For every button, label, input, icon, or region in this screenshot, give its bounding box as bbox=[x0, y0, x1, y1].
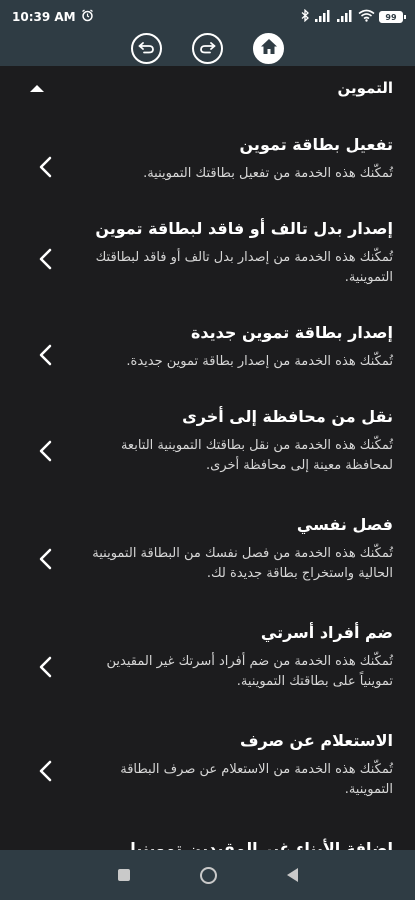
forward-button[interactable] bbox=[192, 32, 223, 64]
chevron-left-icon bbox=[38, 548, 54, 570]
app-root: 10:39 AM 99 التموين تفعيل بطاقة تموين تُ… bbox=[0, 0, 415, 900]
home-nav-button[interactable] bbox=[199, 866, 217, 884]
alarm-icon bbox=[81, 9, 94, 25]
list-item-description: تُمكّنك هذه الخدمة من ضم أفراد أسرتك غير… bbox=[106, 654, 393, 689]
list-item[interactable]: إصدار بدل تالف أو فاقد لبطاقة تموين تُمك… bbox=[0, 218, 415, 298]
list-item-title: اضافة الأبناء غير المقيدين تموينيا bbox=[130, 839, 393, 850]
chevron-left-icon bbox=[38, 656, 54, 678]
list-item-title: الاستعلام عن صرف bbox=[239, 731, 393, 750]
forward-arrow-icon bbox=[199, 39, 216, 58]
list-item-title: إصدار بطاقة تموين جديدة bbox=[190, 323, 393, 342]
top-nav bbox=[0, 30, 415, 66]
list-item-description: تُمكّنك هذه الخدمة من تفعيل بطاقتك التمو… bbox=[143, 166, 393, 181]
list-item-text: تفعيل بطاقة تموين تُمكّنك هذه الخدمة من … bbox=[73, 134, 393, 184]
system-nav-bar bbox=[0, 850, 415, 900]
status-bar: 10:39 AM 99 bbox=[0, 0, 415, 34]
section-title: التموين bbox=[337, 79, 394, 97]
signal-icon bbox=[314, 9, 332, 25]
list-item-text: إصدار بدل تالف أو فاقد لبطاقة تموين تُمك… bbox=[73, 218, 393, 288]
chevron-left-icon bbox=[38, 248, 54, 270]
back-arrow-icon bbox=[138, 39, 155, 58]
list-item-title: تفعيل بطاقة تموين bbox=[239, 135, 393, 154]
chevron-left-icon bbox=[38, 760, 54, 782]
list-item-title: فصل نفسي bbox=[296, 515, 393, 534]
list-item-text: ضم أفراد أسرتي تُمكّنك هذه الخدمة من ضم … bbox=[73, 622, 393, 692]
list-item[interactable]: فصل نفسي تُمكّنك هذه الخدمة من فصل نفسك … bbox=[0, 514, 415, 594]
content-area: التموين تفعيل بطاقة تموين تُمكّنك هذه ال… bbox=[0, 66, 415, 850]
list-item-description: تُمكّنك هذه الخدمة من إصدار بطاقة تموين … bbox=[126, 354, 393, 369]
list-item-title: إصدار بدل تالف أو فاقد لبطاقة تموين bbox=[95, 219, 393, 238]
list-item[interactable]: تفعيل بطاقة تموين تُمكّنك هذه الخدمة من … bbox=[0, 134, 415, 194]
list-item-text: الاستعلام عن صرف تُمكّنك هذه الخدمة من ا… bbox=[73, 730, 393, 800]
chevron-left-icon bbox=[38, 156, 54, 178]
recents-button[interactable] bbox=[117, 869, 130, 881]
home-icon bbox=[260, 38, 278, 59]
signal-icon bbox=[336, 9, 354, 25]
list-item[interactable]: نقل من محافظة إلى أخرى تُمكّنك هذه الخدم… bbox=[0, 406, 415, 486]
list-item[interactable]: إصدار بطاقة تموين جديدة تُمكّنك هذه الخد… bbox=[0, 322, 415, 382]
header: 10:39 AM 99 bbox=[0, 0, 415, 66]
status-left: 10:39 AM bbox=[12, 9, 94, 25]
chevron-left-icon bbox=[38, 344, 54, 366]
list-item-text: اضافة الأبناء غير المقيدين تموينيا bbox=[73, 838, 393, 850]
wifi-icon bbox=[358, 9, 375, 25]
status-time: 10:39 AM bbox=[12, 10, 76, 24]
list-item[interactable]: اضافة الأبناء غير المقيدين تموينيا bbox=[0, 838, 415, 850]
list-item-description: تُمكّنك هذه الخدمة من فصل نفسك من البطاق… bbox=[92, 546, 393, 581]
list-item-description: تُمكّنك هذه الخدمة من الاستعلام عن صرف ا… bbox=[120, 762, 393, 797]
list-item-title: ضم أفراد أسرتي bbox=[260, 623, 393, 642]
list-item-title: نقل من محافظة إلى أخرى bbox=[182, 407, 393, 426]
back-button[interactable] bbox=[131, 32, 162, 64]
list-item-text: إصدار بطاقة تموين جديدة تُمكّنك هذه الخد… bbox=[73, 322, 393, 372]
status-right: 99 bbox=[301, 8, 406, 25]
list-item-description: تُمكّنك هذه الخدمة من إصدار بدل تالف أو … bbox=[95, 250, 393, 285]
list-item[interactable]: الاستعلام عن صرف تُمكّنك هذه الخدمة من ا… bbox=[0, 730, 415, 810]
battery-indicator: 99 bbox=[379, 11, 406, 23]
list-item-text: فصل نفسي تُمكّنك هذه الخدمة من فصل نفسك … bbox=[73, 514, 393, 584]
home-button[interactable] bbox=[253, 32, 284, 64]
back-nav-button[interactable] bbox=[286, 868, 298, 882]
bluetooth-icon bbox=[301, 8, 310, 25]
section-header[interactable]: التموين bbox=[0, 66, 415, 110]
chevron-left-icon bbox=[38, 440, 54, 462]
list-item-text: نقل من محافظة إلى أخرى تُمكّنك هذه الخدم… bbox=[73, 406, 393, 476]
list-item[interactable]: ضم أفراد أسرتي تُمكّنك هذه الخدمة من ضم … bbox=[0, 622, 415, 702]
list-item-description: تُمكّنك هذه الخدمة من نقل بطاقتك التموين… bbox=[120, 438, 393, 473]
collapse-arrow-icon[interactable] bbox=[30, 84, 44, 92]
